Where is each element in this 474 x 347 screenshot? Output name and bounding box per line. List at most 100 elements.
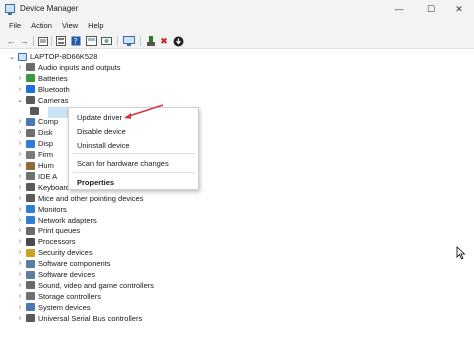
chevron-right-icon[interactable]: › — [16, 162, 24, 169]
tree-item[interactable]: › Sound, video and game controllers — [16, 280, 154, 291]
show-hidden-icon[interactable] — [85, 35, 97, 47]
device-category-icon — [26, 226, 35, 235]
tree-item[interactable]: › Batteries — [16, 73, 68, 84]
device-category-icon — [26, 314, 35, 323]
tree-item-label: Storage controllers — [38, 291, 101, 301]
tree-item[interactable]: › System devices — [16, 302, 91, 313]
tree-item[interactable]: › Disk — [16, 127, 53, 138]
tree-item[interactable] — [28, 106, 42, 117]
chevron-right-icon[interactable]: › — [16, 227, 24, 234]
device-category-icon — [26, 205, 35, 214]
toolbar-separator — [140, 36, 141, 46]
tree-item-label: Firm — [38, 150, 53, 160]
device-category-icon — [26, 139, 35, 148]
help-icon[interactable]: ? — [70, 35, 82, 47]
device-category-icon — [26, 292, 35, 301]
tree-item[interactable]: › Security devices — [16, 247, 93, 258]
tree-item[interactable]: › Network adapters — [16, 215, 97, 226]
update-driver-icon[interactable] — [172, 35, 184, 47]
menu-file[interactable]: File — [4, 21, 26, 30]
device-category-icon — [26, 172, 35, 181]
menu-separator — [73, 172, 195, 173]
add-driver-icon[interactable] — [145, 35, 157, 47]
tree-item-label: IDE A — [38, 171, 58, 181]
chevron-right-icon[interactable]: › — [16, 206, 24, 213]
svg-text:?: ? — [74, 37, 78, 46]
menu-bar: File Action View Help — [0, 18, 474, 33]
chevron-right-icon[interactable]: › — [16, 184, 24, 191]
tree-item[interactable]: › Hum — [16, 160, 54, 171]
maximize-button[interactable]: ☐ — [416, 0, 446, 18]
chevron-right-icon[interactable]: › — [16, 217, 24, 224]
tree-item-label: Software devices — [38, 270, 96, 279]
close-button[interactable]: ✕ — [444, 0, 474, 18]
device-category-icon — [26, 161, 35, 170]
chevron-right-icon[interactable]: › — [16, 304, 24, 311]
tree-root[interactable]: ⌄ LAPTOP-8D66K528 — [8, 51, 97, 62]
tree-item-label: Universal Serial Bus controllers — [38, 313, 143, 323]
device-category-icon — [26, 85, 35, 94]
forward-button[interactable]: → — [18, 35, 30, 47]
minimize-button[interactable]: — — [384, 0, 414, 18]
device-category-icon — [26, 281, 35, 290]
device-category-icon — [26, 237, 35, 246]
chevron-right-icon[interactable]: › — [16, 151, 24, 158]
computer-icon[interactable] — [123, 35, 135, 47]
chevron-right-icon[interactable]: › — [16, 129, 24, 136]
tree-item[interactable]: ⌄ Cameras — [16, 95, 68, 106]
chevron-right-icon[interactable]: › — [16, 75, 24, 82]
disable-device-menu-item[interactable]: Disable device — [77, 127, 126, 136]
tree-item[interactable]: › Firm — [16, 149, 53, 160]
chevron-right-icon[interactable]: › — [16, 64, 24, 71]
menu-separator — [73, 153, 195, 154]
back-button[interactable]: ← — [5, 35, 17, 47]
menu-view[interactable]: View — [57, 21, 83, 30]
update-driver-menu-item[interactable]: Update driver — [77, 113, 122, 122]
properties-view-icon[interactable] — [37, 35, 49, 47]
device-category-icon — [26, 270, 35, 279]
chevron-right-icon[interactable]: › — [16, 293, 24, 300]
chevron-right-icon[interactable]: › — [16, 86, 24, 93]
chevron-right-icon[interactable]: › — [16, 238, 24, 245]
device-category-icon — [26, 259, 35, 268]
tree-item[interactable]: › Software devices — [16, 269, 95, 280]
tree-item[interactable]: › Mice and other pointing devices — [16, 193, 144, 204]
chevron-right-icon[interactable]: › — [16, 195, 24, 202]
tree-item[interactable]: › Universal Serial Bus controllers — [16, 313, 142, 324]
tree-item[interactable]: › IDE A — [16, 171, 57, 182]
chevron-right-icon[interactable]: › — [16, 315, 24, 322]
toolbar: ← → ? ✖ — [0, 33, 474, 49]
chevron-right-icon[interactable]: › — [16, 173, 24, 180]
chevron-down-icon[interactable]: ⌄ — [8, 53, 16, 61]
tree-item-label: Bluetooth — [38, 84, 70, 94]
device-category-icon — [30, 107, 39, 115]
tree-item-label: Comp — [38, 117, 59, 127]
properties-menu-item[interactable]: Properties — [77, 178, 114, 187]
tree-item[interactable]: › Storage controllers — [16, 291, 101, 302]
chevron-right-icon[interactable]: › — [16, 249, 24, 256]
chevron-right-icon[interactable]: › — [16, 271, 24, 278]
tree-item[interactable]: › Keyboards — [16, 182, 74, 193]
chevron-right-icon[interactable]: › — [16, 140, 24, 147]
device-category-icon — [26, 216, 35, 224]
chevron-right-icon[interactable]: › — [16, 118, 24, 125]
resources-icon[interactable] — [100, 35, 112, 47]
tree-item[interactable]: › Monitors — [16, 204, 67, 215]
uninstall-icon[interactable]: ✖ — [158, 35, 170, 47]
chevron-down-icon[interactable]: ⌄ — [16, 96, 24, 104]
tree-item[interactable]: › Disp — [16, 138, 53, 149]
tree-item[interactable]: › Print queues — [16, 225, 80, 236]
tree-item[interactable]: › Comp — [16, 116, 58, 127]
menu-help[interactable]: Help — [83, 21, 108, 30]
tree-item[interactable]: › Bluetooth — [16, 84, 70, 95]
chevron-right-icon[interactable]: › — [16, 260, 24, 267]
uninstall-device-menu-item[interactable]: Uninstall device — [77, 141, 130, 150]
scan-hardware-menu-item[interactable]: Scan for hardware changes — [77, 159, 169, 168]
tree-item[interactable]: › Software components — [16, 258, 111, 269]
tree-item-label: Monitors — [38, 204, 67, 214]
chevron-right-icon[interactable]: › — [16, 282, 24, 289]
tree-item[interactable]: › Audio inputs and outputs — [16, 62, 121, 73]
properties-icon[interactable] — [55, 35, 67, 47]
tree-item[interactable]: › Processors — [16, 236, 76, 247]
menu-action[interactable]: Action — [26, 21, 57, 30]
